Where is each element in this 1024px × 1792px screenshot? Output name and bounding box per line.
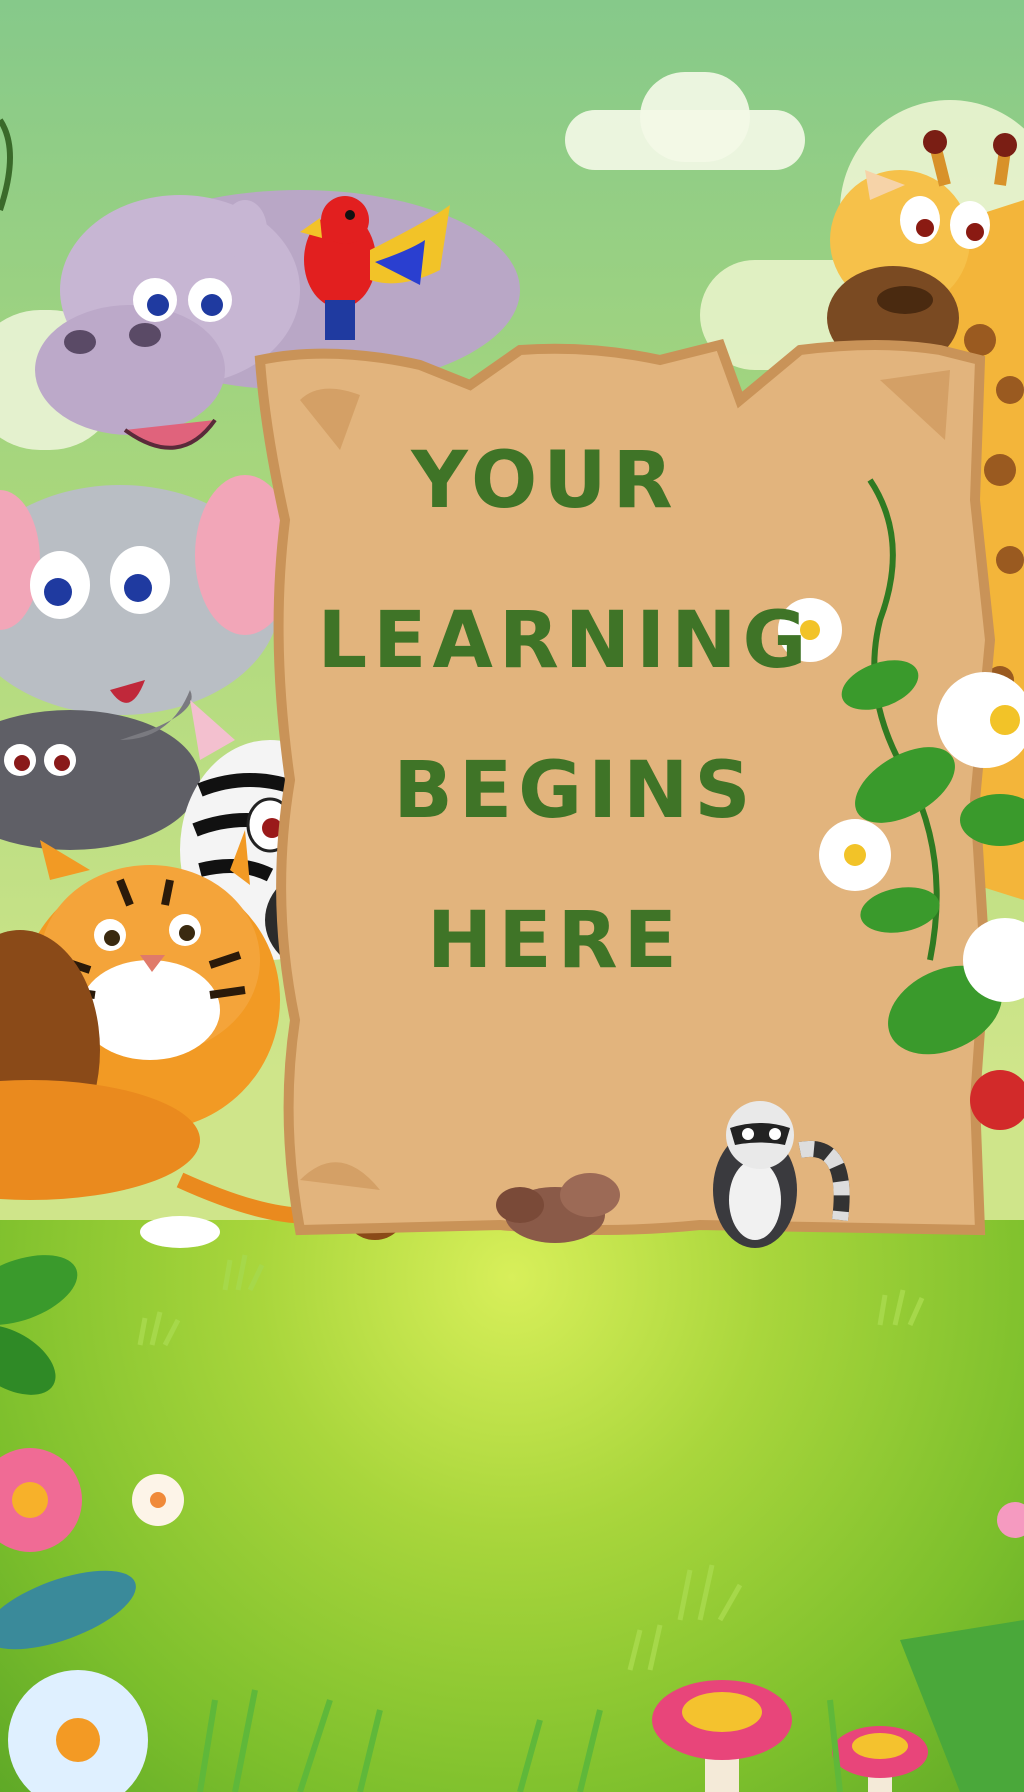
blue-flower: [8, 1670, 148, 1792]
mushroom: [652, 1680, 792, 1792]
pink-bud: [997, 1502, 1024, 1538]
headline-line-2: LEARNING: [317, 596, 813, 686]
grass-tufts: [137, 1254, 925, 1671]
small-flower: [132, 1474, 184, 1526]
mushroom: [832, 1726, 928, 1792]
jungle-scene: YOUR LEARNING BEGINS HERE: [0, 0, 1024, 1792]
buffalo: [0, 690, 200, 850]
foreground-decor: [0, 1254, 1024, 1792]
headline-line-3: BEGINS: [393, 746, 757, 836]
headline-line-4: HERE: [427, 896, 683, 986]
scroll-headline: YOUR LEARNING BEGINS HERE: [255, 340, 995, 1230]
pink-flower: [0, 1448, 82, 1552]
headline-line-1: YOUR: [411, 436, 679, 526]
